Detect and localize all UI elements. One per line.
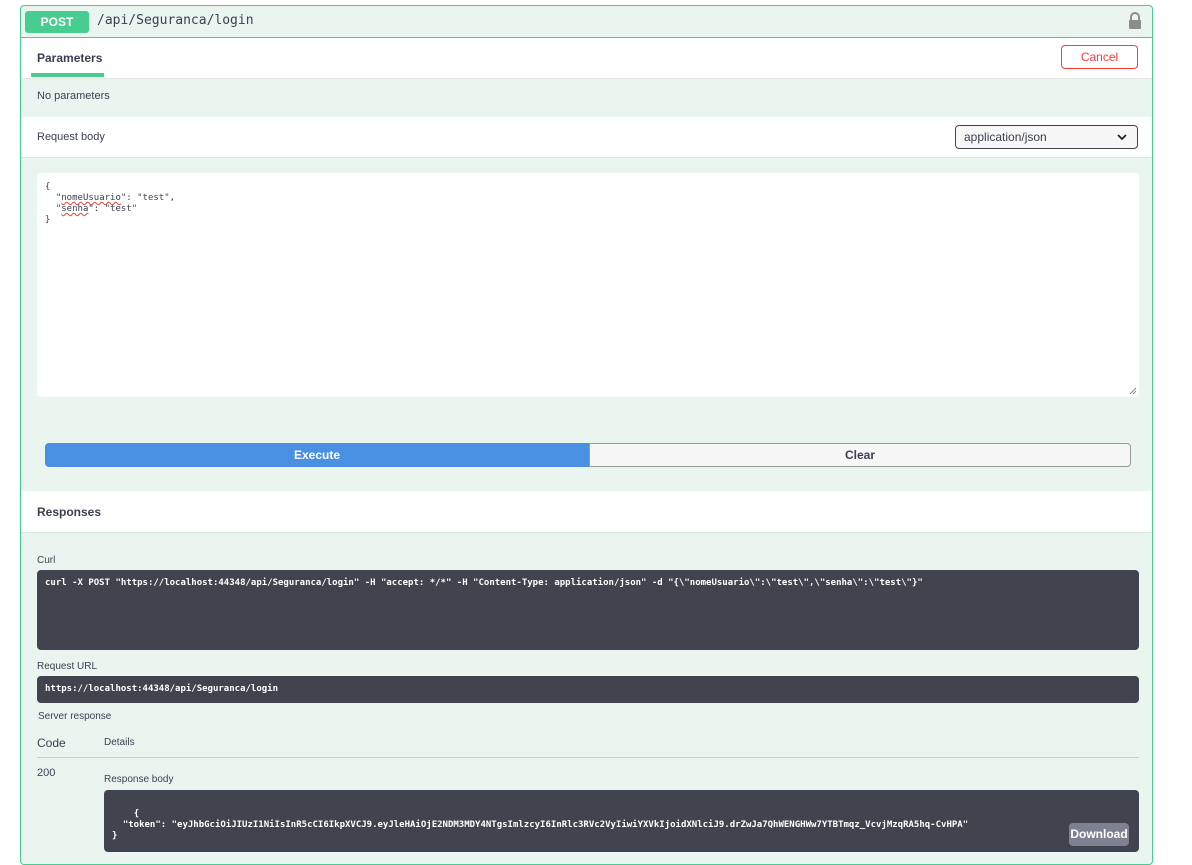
code-line: "senha": "test" [45, 204, 138, 214]
response-body-label: Response body [104, 774, 174, 785]
details-column-header: Details [104, 737, 135, 748]
responses-title: Responses [37, 505, 102, 519]
chevron-down-icon [1117, 134, 1127, 141]
clear-button[interactable]: Clear [589, 443, 1131, 467]
table-divider [37, 757, 1139, 758]
code-line: { [45, 182, 51, 192]
method-badge: POST [25, 11, 89, 33]
operation-summary[interactable]: POST /api/Seguranca/login [21, 6, 1152, 38]
request-url-value[interactable]: https://localhost:44348/api/Seguranca/lo… [37, 676, 1139, 703]
code-line: "nomeUsuario": "test", [45, 193, 176, 203]
responses-header: Responses [21, 491, 1152, 533]
tab-parameters[interactable]: Parameters [37, 51, 102, 65]
execute-actions: Execute Clear [45, 443, 1131, 467]
request-body-label: Request body [37, 131, 105, 143]
status-code: 200 [37, 767, 56, 779]
response-body[interactable]: { "token": "eyJhbGciOiJIUzI1NiIsInR5cCI6… [104, 790, 1139, 852]
curl-label: Curl [37, 555, 56, 566]
code-column-header: Code [37, 736, 66, 750]
active-tab-indicator [31, 73, 104, 77]
resize-handle-icon[interactable] [1129, 387, 1137, 395]
curl-command[interactable]: curl -X POST "https://localhost:44348/ap… [37, 570, 1139, 650]
json-key: senha [61, 204, 89, 214]
lock-icon[interactable] [1128, 12, 1142, 30]
content-type-value: application/json [964, 130, 1047, 144]
response-body-text: { "token": "eyJhbGciOiJIUzI1NiIsInR5cCI6… [112, 809, 969, 841]
parameters-tabbar: Parameters Cancel [21, 38, 1152, 79]
request-url-label: Request URL [37, 661, 98, 672]
request-body-header: Request body application/json [21, 117, 1152, 158]
no-parameters-text: No parameters [37, 90, 110, 102]
download-button[interactable]: Download [1069, 823, 1129, 846]
request-body-editor[interactable]: { "nomeUsuario": "test", "senha": "test"… [37, 173, 1139, 397]
content-type-select[interactable]: application/json [955, 125, 1138, 149]
operation-block: POST /api/Seguranca/login Parameters Can… [20, 5, 1153, 865]
execute-button[interactable]: Execute [45, 443, 589, 467]
server-response-label: Server response [38, 711, 112, 722]
json-key: nomeUsuario [61, 193, 121, 203]
cancel-button[interactable]: Cancel [1061, 45, 1138, 69]
endpoint-path: /api/Seguranca/login [97, 13, 254, 28]
code-line: } [45, 215, 51, 225]
